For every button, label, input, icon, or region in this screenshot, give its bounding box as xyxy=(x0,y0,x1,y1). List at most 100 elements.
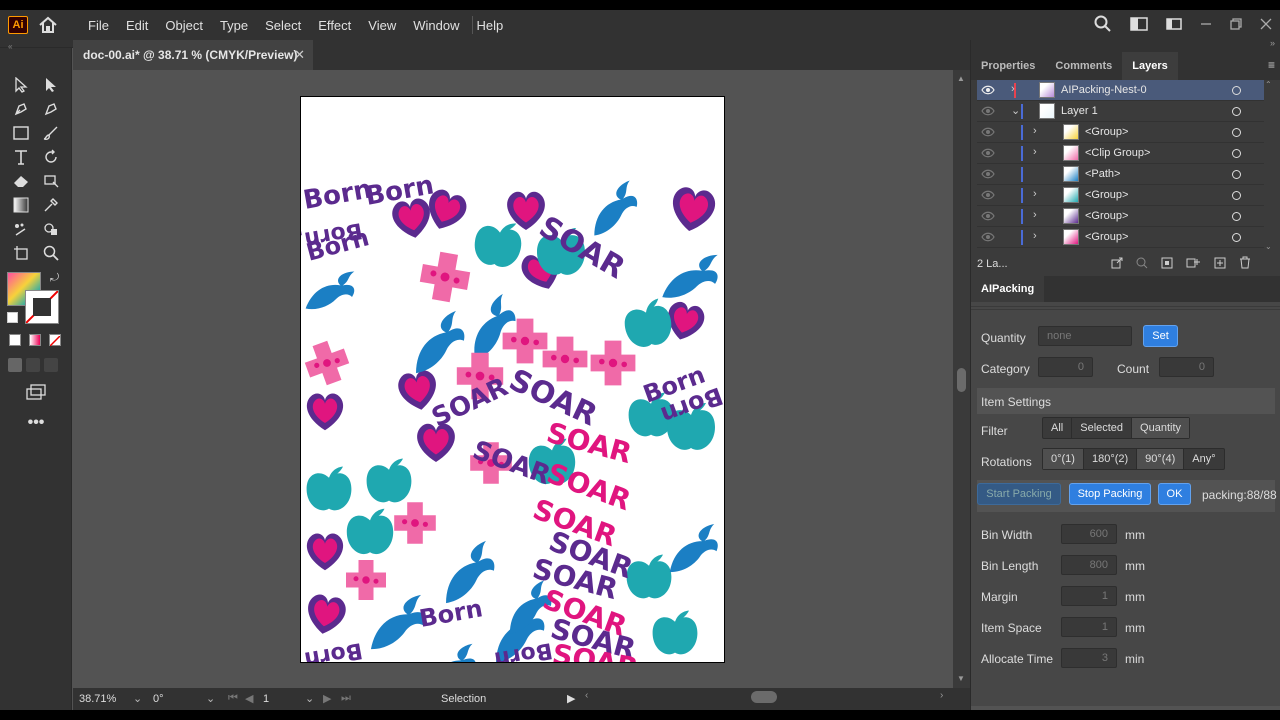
ok-button[interactable]: OK xyxy=(1158,483,1191,505)
artboard-number[interactable]: 1 xyxy=(263,693,269,705)
default-colors-icon[interactable] xyxy=(7,312,18,323)
layer-row[interactable]: ⌄ Layer 1 xyxy=(977,101,1264,122)
swap-colors-icon[interactable]: ⤾ xyxy=(50,272,59,285)
restore-icon[interactable] xyxy=(1230,17,1242,33)
status-menu-icon[interactable]: ▶ xyxy=(567,692,575,705)
filter-quantity[interactable]: Quantity xyxy=(1132,418,1190,438)
aipacking-tab[interactable]: AIPacking xyxy=(971,276,1045,302)
layer-name[interactable]: <Group> xyxy=(1085,231,1128,243)
rotate-tool-icon[interactable] xyxy=(41,147,61,167)
expand-chevron-icon[interactable]: ⌄ xyxy=(1011,104,1020,117)
layer-row[interactable]: › <Group> xyxy=(977,122,1264,143)
field-input[interactable]: 3 xyxy=(1061,648,1117,668)
layer-row[interactable]: <Path> xyxy=(977,164,1264,185)
eraser-tool-icon[interactable] xyxy=(11,171,31,191)
field-input[interactable]: 800 xyxy=(1061,555,1117,575)
layers-scrollbar[interactable]: ⌃ ⌄ xyxy=(1265,80,1275,282)
target-circle-icon[interactable] xyxy=(1232,212,1241,221)
visibility-eye-icon[interactable] xyxy=(981,168,995,180)
home-icon[interactable] xyxy=(38,16,58,34)
layer-row[interactable]: › AIPacking-Nest-0 xyxy=(977,80,1264,101)
artboard-tool-icon[interactable] xyxy=(11,243,31,263)
count-input[interactable]: 0 xyxy=(1159,357,1214,377)
new-sublayer-icon[interactable] xyxy=(1186,257,1200,272)
artboard[interactable]: SOAR SOAR SOAR SOAR SOAR SOAR SOAR SOAR SOAR SOAR… xyxy=(300,96,725,663)
scroll-right-icon[interactable]: › xyxy=(940,690,943,701)
expand-chevron-icon[interactable]: › xyxy=(1011,83,1015,95)
screen-mode-icon[interactable] xyxy=(26,382,46,402)
field-input[interactable]: 600 xyxy=(1061,524,1117,544)
visibility-eye-icon[interactable] xyxy=(981,105,995,117)
tab-layers[interactable]: Layers xyxy=(1122,52,1178,80)
zoom-level[interactable]: 38.71% xyxy=(79,693,116,705)
menu-type[interactable]: Type xyxy=(220,18,248,33)
clipping-mask-icon[interactable] xyxy=(1161,257,1173,272)
tab-comments[interactable]: Comments xyxy=(1045,52,1122,80)
color-mode-icon[interactable] xyxy=(9,334,21,346)
gradient-mode-icon[interactable] xyxy=(29,334,41,346)
layer-row[interactable]: › <Group> xyxy=(977,227,1264,248)
visibility-eye-icon[interactable] xyxy=(981,210,995,222)
last-artboard-icon[interactable]: ⏭ xyxy=(341,692,351,705)
start-packing-button[interactable]: Start Packing xyxy=(977,483,1061,505)
artboard-dropdown-icon[interactable]: ⌄ xyxy=(305,692,314,705)
category-input[interactable]: 0 xyxy=(1038,357,1093,377)
layer-row[interactable]: › <Group> xyxy=(977,185,1264,206)
draw-normal-icon[interactable] xyxy=(8,358,22,372)
paintbrush-tool-icon[interactable] xyxy=(41,123,61,143)
close-window-icon[interactable] xyxy=(1260,18,1272,33)
scroll-left-icon[interactable]: ‹ xyxy=(585,690,588,701)
layers-scroll-up-icon[interactable]: ⌃ xyxy=(1265,80,1272,89)
menu-object[interactable]: Object xyxy=(165,18,203,33)
panel-menu-icon[interactable]: ≡ xyxy=(1268,58,1275,72)
zoom-tool-icon[interactable] xyxy=(41,243,61,263)
gradient-tool-icon[interactable] xyxy=(11,195,31,215)
rotation-90[interactable]: 90°(4) xyxy=(1137,449,1185,469)
target-circle-icon[interactable] xyxy=(1232,149,1241,158)
layer-name[interactable]: <Path> xyxy=(1085,168,1120,180)
collapse-panels-icon[interactable]: » xyxy=(1270,38,1275,48)
layer-name[interactable]: <Group> xyxy=(1085,126,1128,138)
curvature-tool-icon[interactable] xyxy=(41,99,61,119)
layers-scroll-down-icon[interactable]: ⌄ xyxy=(1265,242,1272,251)
menu-help[interactable]: Help xyxy=(476,18,503,33)
search-icon[interactable] xyxy=(1094,15,1112,36)
vertical-scroll-thumb[interactable] xyxy=(957,368,966,392)
menu-effect[interactable]: Effect xyxy=(318,18,351,33)
expand-chevron-icon[interactable]: › xyxy=(1033,230,1037,242)
vertical-scrollbar[interactable]: ▲ ▼ xyxy=(953,70,970,688)
visibility-eye-icon[interactable] xyxy=(981,84,995,96)
symbol-sprayer-tool-icon[interactable] xyxy=(11,219,31,239)
layer-name[interactable]: Layer 1 xyxy=(1061,105,1098,117)
close-tab-icon[interactable]: ✕ xyxy=(294,47,305,63)
scroll-up-icon[interactable]: ▲ xyxy=(957,74,965,83)
horizontal-scroll-thumb[interactable] xyxy=(751,691,777,703)
prev-artboard-icon[interactable]: ◀ xyxy=(245,692,253,705)
menu-window[interactable]: Window xyxy=(413,18,459,33)
stroke-swatch[interactable] xyxy=(25,290,59,324)
layer-name[interactable]: <Group> xyxy=(1085,210,1128,222)
collapse-arrows-icon[interactable]: « xyxy=(8,42,16,51)
layer-row[interactable]: › <Group> xyxy=(977,206,1264,227)
rotation-value[interactable]: 0° xyxy=(153,693,164,705)
target-circle-icon[interactable] xyxy=(1232,86,1241,95)
scroll-down-icon[interactable]: ▼ xyxy=(957,674,965,683)
field-input[interactable]: 1 xyxy=(1061,617,1117,637)
rectangle-tool-icon[interactable] xyxy=(11,123,31,143)
expand-chevron-icon[interactable]: › xyxy=(1033,125,1037,137)
menu-view[interactable]: View xyxy=(368,18,396,33)
free-transform-tool-icon[interactable] xyxy=(41,171,61,191)
pen-tool-icon[interactable] xyxy=(11,99,31,119)
draw-behind-icon[interactable] xyxy=(26,358,40,372)
arrange-icon[interactable] xyxy=(1166,17,1182,34)
layer-name[interactable]: AIPacking-Nest-0 xyxy=(1061,84,1147,96)
first-artboard-icon[interactable]: ⏮ xyxy=(228,692,238,705)
shape-builder-tool-icon[interactable] xyxy=(41,219,61,239)
new-layer-icon[interactable] xyxy=(1214,257,1226,272)
visibility-eye-icon[interactable] xyxy=(981,231,995,243)
eyedropper-tool-icon[interactable] xyxy=(41,195,61,215)
type-tool-icon[interactable] xyxy=(11,147,31,167)
next-artboard-icon[interactable]: ▶ xyxy=(323,692,331,705)
horizontal-scrollbar[interactable]: ‹ › xyxy=(585,690,952,704)
field-input[interactable]: 1 xyxy=(1061,586,1117,606)
